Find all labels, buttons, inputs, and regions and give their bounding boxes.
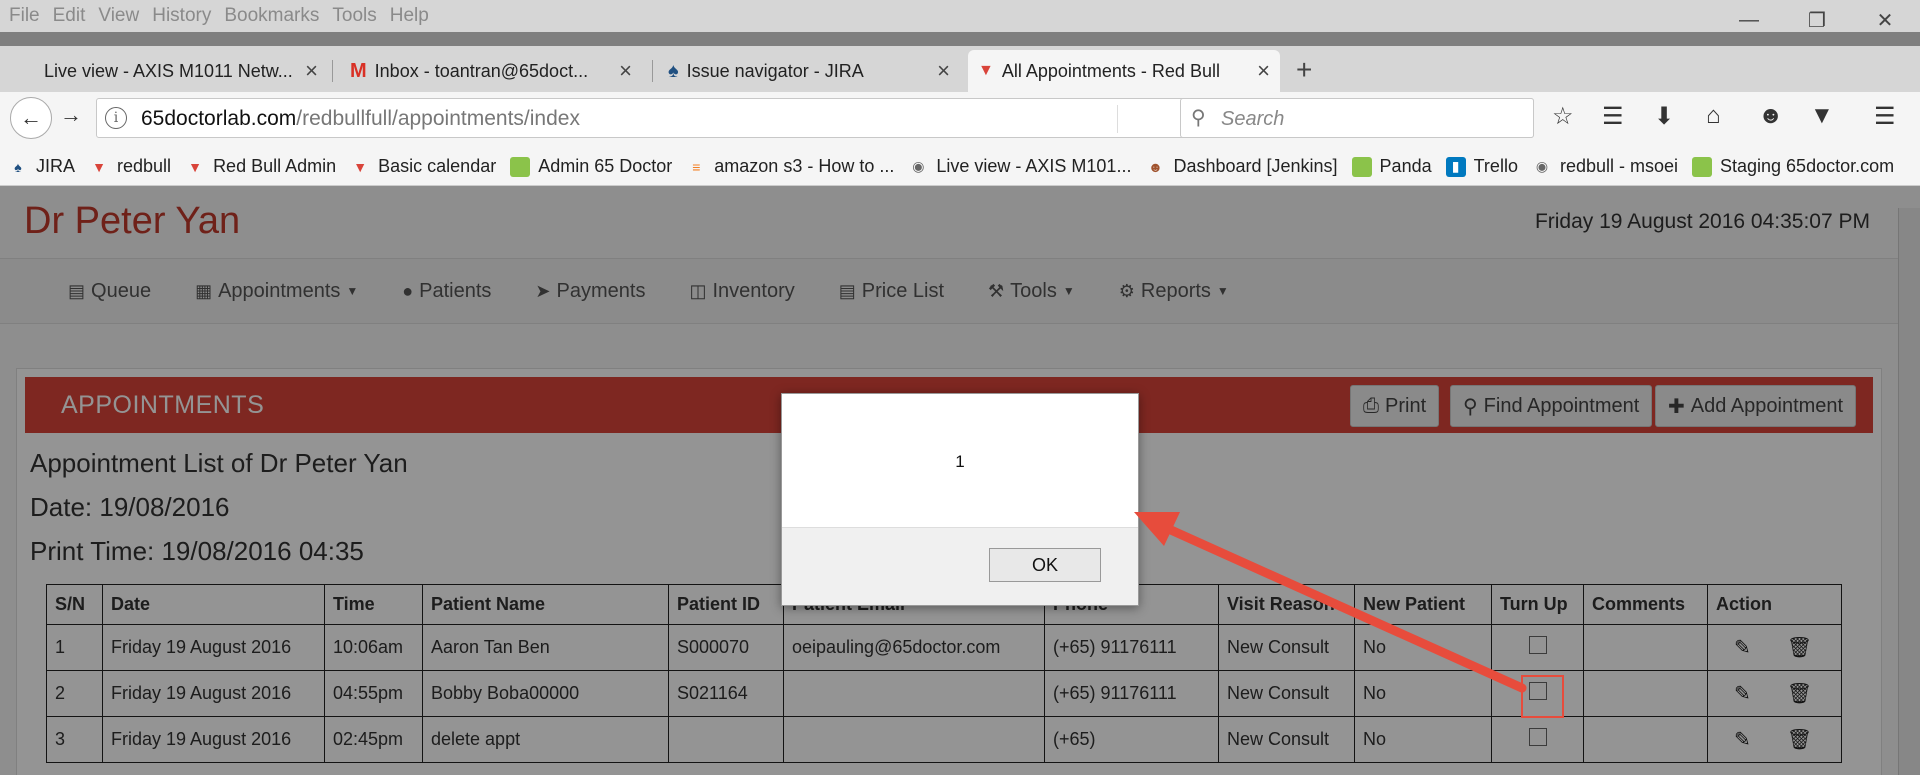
alert-dialog: 1 OK: [781, 393, 1139, 606]
info-icon[interactable]: i: [105, 107, 127, 129]
close-tab-icon[interactable]: ×: [619, 58, 632, 84]
bookmark-label: redbull - msoei: [1559, 156, 1678, 176]
bookmark-label: Admin 65 Doctor: [538, 156, 673, 176]
tab-title: Inbox - toantran@65doct...: [374, 60, 589, 81]
bookmark-axis-live-view[interactable]: ◉ Live view - AXIS M101...: [908, 156, 1131, 177]
bookmarks-bar: ♠ JIRA ▼ redbull ▼ Red Bull Admin ▼ Basic ca…: [0, 148, 1920, 186]
jira-icon: ♠: [14, 158, 22, 175]
bookmark-label: Red Bull Admin: [213, 156, 337, 176]
jenkins-icon: ☻: [1148, 158, 1163, 175]
android-icon: [510, 156, 531, 177]
download-icon[interactable]: ⬇: [1654, 102, 1674, 131]
url-divider: [1117, 105, 1118, 133]
url-text: 65doctorlab.com/redbullfull/appointments…: [141, 107, 580, 131]
close-window-icon[interactable]: ✕: [1852, 0, 1918, 40]
restore-icon[interactable]: ❐: [1784, 0, 1850, 40]
tab-separator: [332, 60, 333, 82]
new-tab-icon[interactable]: +: [1296, 54, 1312, 86]
tab-axis-live-view[interactable]: Live view - AXIS M1011 Netw... ×: [26, 50, 328, 92]
bookmark-jira[interactable]: ♠ JIRA: [8, 156, 75, 177]
close-tab-icon[interactable]: ×: [1257, 58, 1270, 84]
bookmark-label: Live view - AXIS M101...: [936, 156, 1132, 176]
bookmark-label: Trello: [1473, 156, 1518, 176]
bookmark-jenkins[interactable]: ☻ Dashboard [Jenkins]: [1145, 156, 1337, 177]
bookmark-admin-65doctor[interactable]: Admin 65 Doctor: [510, 156, 672, 177]
tab-jira[interactable]: ♠ Issue navigator - JIRA ×: [658, 50, 960, 92]
android-icon: [1692, 156, 1712, 177]
menu-help[interactable]: Help: [390, 5, 429, 27]
tab-title: Issue navigator - JIRA: [686, 60, 864, 81]
tab-title: All Appointments - Red Bull: [1001, 60, 1220, 81]
forward-icon[interactable]: →: [60, 102, 82, 128]
menu-history[interactable]: History: [152, 5, 211, 27]
tab-separator: [652, 60, 653, 82]
url-host: 65doctorlab.com: [141, 107, 297, 130]
minimize-icon[interactable]: —: [1716, 0, 1782, 40]
alert-footer: OK: [782, 527, 1138, 605]
bookmark-label: redbull: [117, 156, 172, 176]
menu-edit[interactable]: Edit: [53, 5, 86, 27]
bookmark-label: Panda: [1379, 156, 1432, 176]
annotation-highlight-box: [1521, 675, 1564, 718]
redbull-icon: ▼: [978, 62, 994, 79]
bookmark-redbull-msoei[interactable]: ◉ redbull - msoei: [1532, 156, 1678, 177]
tab-bar: Live view - AXIS M1011 Netw... × M Inbox…: [0, 46, 1920, 92]
menu-file[interactable]: File: [9, 5, 40, 27]
stackoverflow-icon: ≡: [692, 158, 701, 175]
trello-icon: ▮: [1445, 156, 1466, 177]
jira-icon: ♠: [668, 59, 679, 82]
bookmark-basic-calendar[interactable]: ▼ Basic calendar: [350, 156, 496, 177]
bookmark-redbull-admin[interactable]: ▼ Red Bull Admin: [185, 156, 336, 177]
menu-bar: File Edit View History Bookmarks Tools H…: [0, 0, 1920, 32]
chat-icon[interactable]: ☻: [1758, 102, 1783, 130]
menu-bookmarks[interactable]: Bookmarks: [224, 5, 319, 27]
bookmark-amazon-s3[interactable]: ≡ amazon s3 - How to ...: [686, 156, 894, 177]
pocket-icon[interactable]: ▼: [1810, 102, 1834, 130]
search-placeholder: Search: [1221, 108, 1285, 130]
close-tab-icon[interactable]: ×: [937, 58, 950, 84]
close-tab-icon[interactable]: ×: [305, 58, 318, 84]
redbull-icon: ▼: [188, 158, 202, 175]
tab-title: Live view - AXIS M1011 Netw...: [44, 60, 293, 81]
back-icon[interactable]: ←: [10, 97, 52, 139]
navigation-bar: ← → i 65doctorlab.com/redbullfull/appoin…: [0, 92, 1920, 148]
bookmark-staging[interactable]: Staging 65doctor.com: [1692, 156, 1894, 177]
bookmark-label: JIRA: [36, 156, 76, 176]
globe-icon: ◉: [912, 158, 925, 174]
bookmark-label: Dashboard [Jenkins]: [1173, 156, 1338, 176]
ok-button[interactable]: OK: [989, 548, 1101, 582]
tab-all-appointments[interactable]: ▼ All Appointments - Red Bull ×: [968, 50, 1280, 92]
bookmark-trello[interactable]: ▮ Trello: [1445, 156, 1518, 177]
gmail-icon: M: [350, 59, 367, 82]
star-icon[interactable]: ☆: [1552, 102, 1574, 131]
redbull-icon: ▼: [353, 158, 368, 175]
bookmark-label: Staging 65doctor.com: [1720, 156, 1895, 176]
hamburger-menu-icon[interactable]: ☰: [1874, 102, 1896, 131]
redbull-icon: ▼: [92, 158, 106, 175]
bookmark-label: Basic calendar: [378, 156, 497, 176]
alert-message: 1: [955, 452, 965, 471]
search-icon: ⚲: [1191, 107, 1206, 129]
tab-gmail-inbox[interactable]: M Inbox - toantran@65doct... ×: [340, 50, 642, 92]
menu-view[interactable]: View: [98, 5, 139, 27]
bookmark-label: amazon s3 - How to ...: [714, 156, 895, 176]
android-icon: [1351, 156, 1372, 177]
bookmark-panda[interactable]: Panda: [1351, 156, 1432, 177]
bookmark-redbull[interactable]: ▼ redbull: [89, 156, 171, 177]
search-input[interactable]: ⚲ Search: [1180, 98, 1534, 138]
globe-icon: ◉: [1535, 158, 1549, 174]
url-path: /redbullfull/appointments/index: [296, 107, 580, 130]
reading-list-icon[interactable]: ☰: [1602, 102, 1624, 131]
menu-tools[interactable]: Tools: [332, 5, 376, 27]
home-icon[interactable]: ⌂: [1706, 102, 1721, 130]
